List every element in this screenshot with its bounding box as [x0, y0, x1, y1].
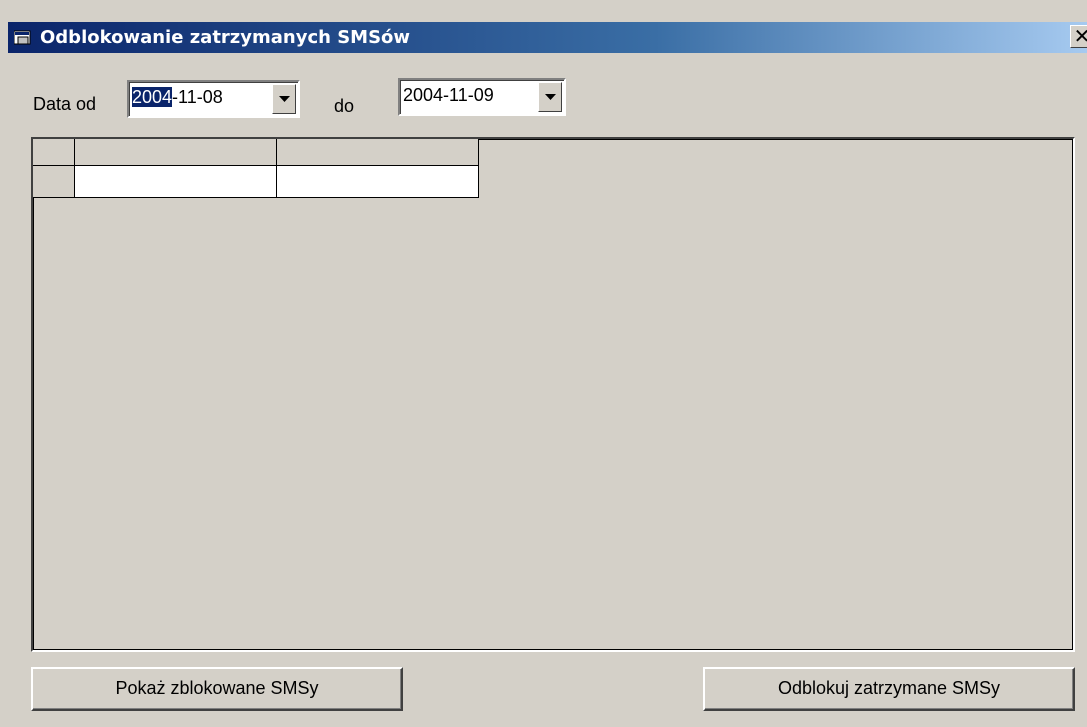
date-from-picker[interactable]: 2004-11-08: [127, 80, 300, 118]
dropdown-arrow-icon: [545, 94, 556, 100]
close-button[interactable]: ✕: [1070, 25, 1087, 48]
grid-corner-cell[interactable]: [33, 139, 75, 166]
date-to-label: do: [334, 96, 355, 116]
grid-row-header[interactable]: [33, 166, 75, 198]
grid-column-header[interactable]: [75, 139, 277, 166]
date-to-value[interactable]: 2004-11-09: [403, 84, 494, 106]
date-from-label: Data od: [33, 94, 97, 114]
show-blocked-button[interactable]: Pokaż zblokowane SMSy: [31, 667, 403, 711]
grid-column-header[interactable]: [277, 139, 479, 166]
dropdown-arrow-icon: [279, 96, 290, 102]
date-to-picker[interactable]: 2004-11-09: [398, 78, 566, 116]
date-from-selected-year: 2004: [132, 87, 173, 107]
unblock-button[interactable]: Odblokuj zatrzymane SMSy: [703, 667, 1075, 711]
grid-cell[interactable]: [75, 166, 277, 198]
date-from-rest: -11-08: [172, 87, 223, 107]
window-title: Odblokowanie zatrzymanych SMSów: [40, 27, 411, 48]
close-icon: ✕: [1073, 24, 1087, 48]
date-from-value[interactable]: 2004-11-08: [132, 86, 223, 108]
sms-grid[interactable]: [31, 137, 1075, 652]
title-bar[interactable]: Odblokowanie zatrzymanych SMSów ✕: [8, 22, 1087, 53]
date-from-dropdown-button[interactable]: [272, 84, 296, 114]
app-icon: [13, 29, 32, 46]
dialog-window: Odblokowanie zatrzymanych SMSów ✕ Data o…: [0, 0, 1087, 727]
grid-cell[interactable]: [277, 166, 479, 198]
date-to-dropdown-button[interactable]: [538, 82, 562, 112]
